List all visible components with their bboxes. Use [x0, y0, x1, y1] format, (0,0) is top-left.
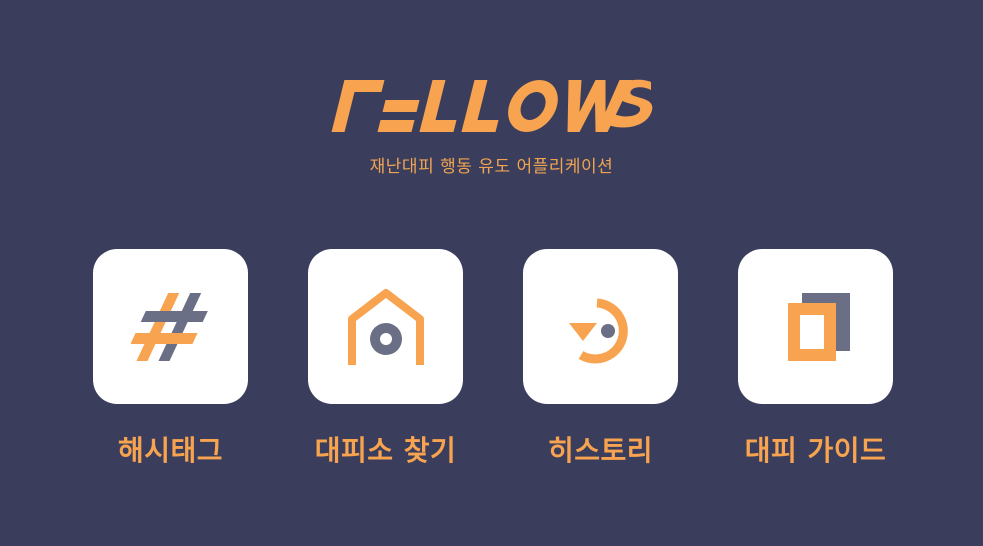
menu-item-shelter[interactable]: 대피소 찾기 — [308, 249, 463, 471]
history-icon — [568, 298, 628, 363]
menu-item-guide[interactable]: 대피 가이드 — [738, 249, 893, 471]
history-tile[interactable] — [523, 249, 678, 404]
shelter-icon — [347, 288, 424, 365]
menu-label: 대피소 찾기 — [314, 434, 457, 467]
guide-icon — [787, 292, 850, 361]
menu-label: 대피 가이드 — [744, 434, 887, 467]
menu-label: 해시태그 — [117, 434, 224, 467]
menu-item-hashtag[interactable]: 해시태그 — [93, 249, 248, 471]
menu-item-history[interactable]: 히스토리 — [523, 249, 678, 471]
guide-tile[interactable] — [738, 249, 893, 404]
hashtag-tile[interactable] — [93, 249, 248, 404]
menu-label: 히스토리 — [547, 434, 654, 467]
main-menu: 해시태그 대피소 찾기 히스토리 대피 가이드 — [0, 0, 983, 546]
shelter-tile[interactable] — [308, 249, 463, 404]
hashtag-icon — [130, 292, 208, 361]
